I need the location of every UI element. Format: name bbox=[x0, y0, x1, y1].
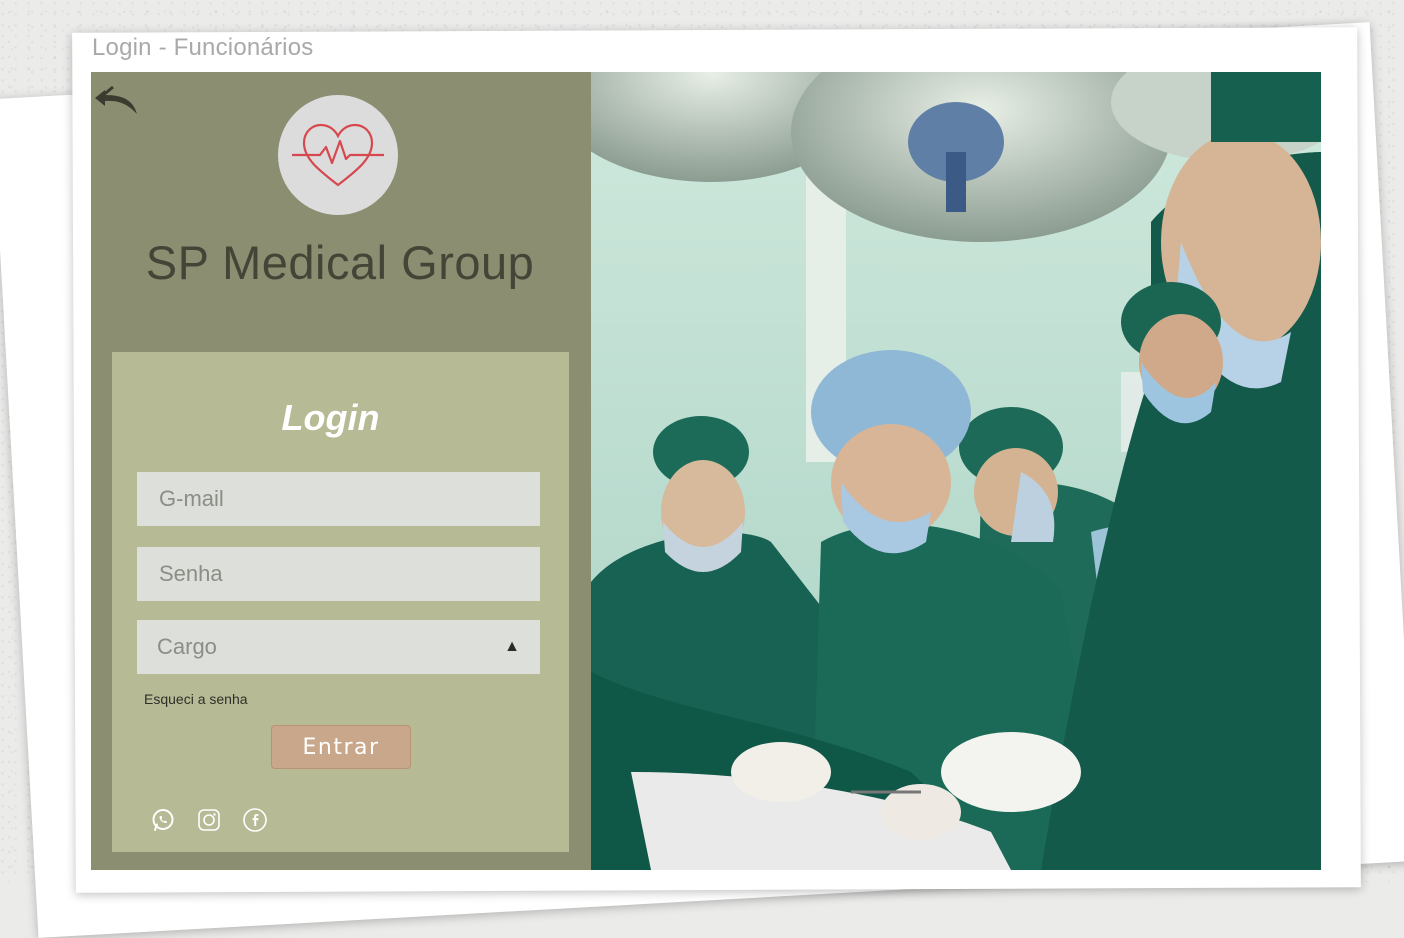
whatsapp-icon[interactable] bbox=[150, 807, 176, 833]
login-screen: SP Medical Group Login Cargo ▲ Esqueci a… bbox=[91, 72, 1321, 870]
brand-name: SP Medical Group bbox=[145, 236, 535, 289]
frame-title: Login - Funcionários bbox=[92, 34, 314, 61]
facebook-icon[interactable] bbox=[242, 807, 268, 833]
left-panel: SP Medical Group Login Cargo ▲ Esqueci a… bbox=[91, 72, 585, 870]
heart-pulse-icon bbox=[292, 123, 384, 187]
logo bbox=[278, 95, 398, 215]
email-field[interactable] bbox=[137, 472, 540, 526]
login-card: Login Cargo ▲ Esqueci a senha Entrar bbox=[112, 352, 569, 852]
surgeons-operating-room-photo bbox=[591, 72, 1321, 870]
password-field[interactable] bbox=[137, 547, 540, 601]
password-input[interactable] bbox=[157, 560, 520, 588]
caret-up-icon: ▲ bbox=[504, 638, 520, 655]
instagram-icon[interactable] bbox=[196, 807, 222, 833]
back-button[interactable] bbox=[93, 84, 141, 120]
role-select-value: Cargo bbox=[157, 634, 217, 659]
forgot-password-link[interactable]: Esqueci a senha bbox=[144, 691, 248, 707]
login-heading: Login bbox=[281, 397, 380, 438]
role-select[interactable]: Cargo ▲ bbox=[137, 620, 540, 674]
surgery-illustration bbox=[591, 72, 1321, 870]
login-submit-button[interactable]: Entrar bbox=[271, 725, 411, 769]
double-back-arrow-icon bbox=[95, 85, 137, 114]
email-input[interactable] bbox=[157, 485, 520, 513]
social-links bbox=[150, 807, 268, 833]
